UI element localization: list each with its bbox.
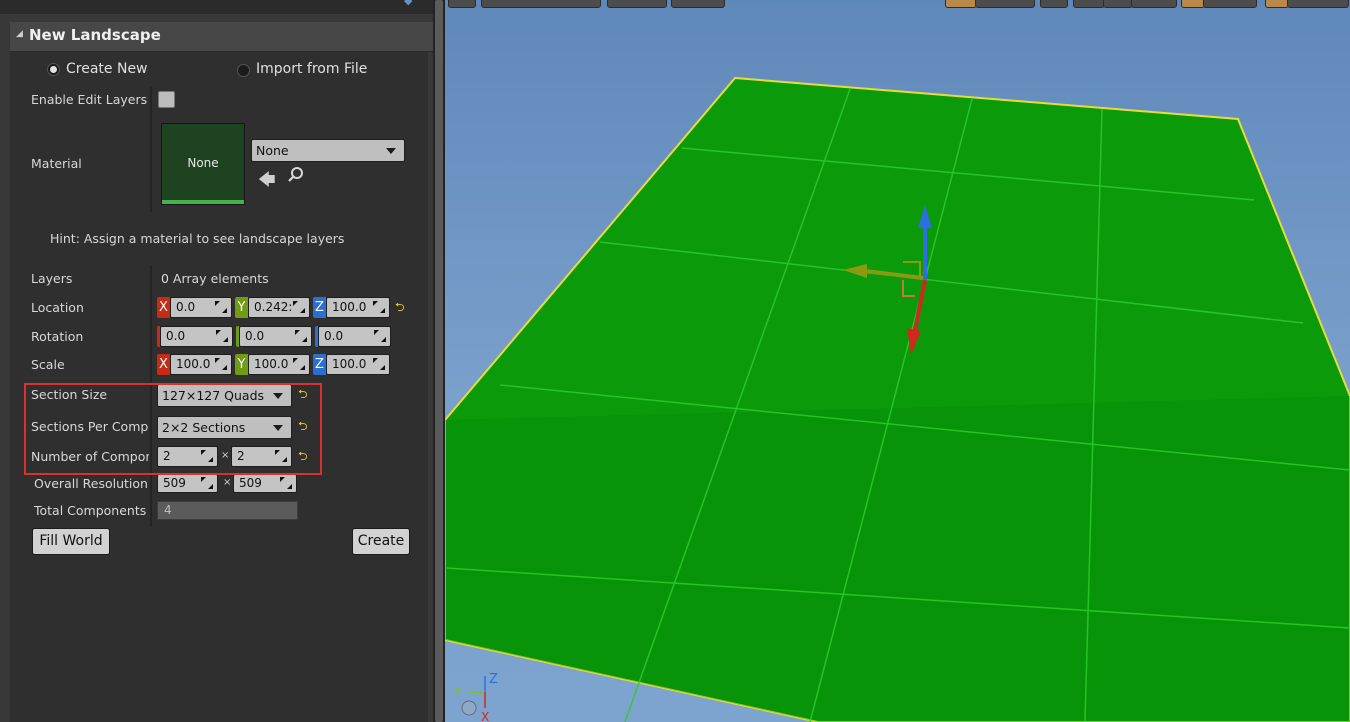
location-x-value: 0.0 <box>176 300 196 314</box>
scale-x-value: 100.0 <box>176 357 211 371</box>
rotation-z-value: 0.0 <box>324 329 344 343</box>
new-landscape-header[interactable]: ◢ New Landscape <box>10 22 433 52</box>
scale-y-value: 100.0 <box>254 357 289 371</box>
scale-y-axis: Y <box>235 354 248 375</box>
location-z-field[interactable]: 100.0 <box>326 297 390 318</box>
camera-speed-icon <box>461 700 477 716</box>
scale-x-field[interactable]: 100.0 <box>170 354 232 375</box>
location-z-value: 100.0 <box>332 300 367 314</box>
hint-text: Hint: Assign a material to see landscape… <box>50 231 345 246</box>
scale-y-field[interactable]: 100.0 <box>248 354 310 375</box>
material-combo-value: None <box>256 143 289 158</box>
rotation-y-field[interactable]: 0.0 <box>239 326 312 347</box>
scale-z-axis: Z <box>313 354 326 375</box>
section-title: New Landscape <box>29 26 161 44</box>
total-components-label: Total Components <box>34 503 147 518</box>
drag-handle-icon[interactable] <box>216 330 228 342</box>
landscape-panel: ◆ ◢ New Landscape Create New Import from… <box>0 0 433 722</box>
times-symbol: × <box>223 477 232 488</box>
location-y-value: 0.242: <box>254 300 292 314</box>
material-thumbnail-text: None <box>187 156 219 170</box>
overall-resolution-x-field[interactable]: 509 <box>157 474 218 493</box>
panel-scrollbar[interactable] <box>433 0 445 722</box>
import-from-file-radio[interactable] <box>237 64 250 77</box>
reset-location-icon[interactable]: ⮌ <box>395 301 407 313</box>
axis-x-letter: X <box>481 710 489 722</box>
drag-handle-icon[interactable] <box>201 477 213 489</box>
total-components-field: 4 <box>157 501 298 520</box>
enable-edit-layers-checkbox[interactable] <box>158 91 175 108</box>
panel-top-strip <box>0 0 433 14</box>
landscape-shading <box>445 396 1350 722</box>
layers-label: Layers <box>31 271 73 286</box>
create-new-radio[interactable] <box>47 63 60 76</box>
world-axis-indicator: Z Y X <box>453 672 498 722</box>
scale-label: Scale <box>31 357 65 372</box>
drag-handle-icon[interactable] <box>373 301 385 313</box>
axis-y-letter: Y <box>453 686 462 700</box>
scale-z-value: 100.0 <box>332 357 367 371</box>
overall-resolution-y-value: 509 <box>239 476 262 490</box>
import-from-file-label[interactable]: Import from File <box>256 61 367 77</box>
material-combo[interactable]: None <box>251 139 405 162</box>
rotation-y-value: 0.0 <box>245 329 265 343</box>
chevron-down-icon <box>386 148 396 154</box>
material-label: Material <box>31 156 82 171</box>
drag-handle-icon[interactable] <box>295 330 307 342</box>
drag-handle-icon[interactable] <box>280 477 292 489</box>
rotation-z-field[interactable]: 0.0 <box>318 326 391 347</box>
drag-handle-icon[interactable] <box>293 358 305 370</box>
location-z-axis: Z <box>313 297 326 318</box>
material-thumbnail[interactable]: None <box>161 123 245 205</box>
drag-handle-icon[interactable] <box>373 358 385 370</box>
location-y-field[interactable]: 0.242: <box>248 297 310 318</box>
highlight-box <box>24 383 322 475</box>
create-button[interactable]: Create <box>352 528 410 555</box>
drag-handle-icon[interactable] <box>215 301 227 313</box>
panel-menu-icon[interactable]: ◆ <box>404 0 418 7</box>
location-x-axis: X <box>157 297 170 318</box>
total-components-value: 4 <box>164 503 172 517</box>
overall-resolution-label: Overall Resolution <box>34 476 148 491</box>
rotation-x-value: 0.0 <box>166 329 186 343</box>
collapse-arrow-icon[interactable]: ◢ <box>16 29 23 39</box>
layers-value: 0 Array elements <box>161 271 269 286</box>
rotation-label: Rotation <box>31 329 84 344</box>
scrollbar-thumb[interactable] <box>435 0 443 722</box>
scale-z-field[interactable]: 100.0 <box>326 354 390 375</box>
axis-z-letter: Z <box>489 672 498 687</box>
location-y-axis: Y <box>235 297 248 318</box>
scale-x-axis: X <box>157 354 170 375</box>
create-new-label[interactable]: Create New <box>66 61 148 77</box>
use-selected-arrow-icon[interactable]: 🡄 <box>258 167 276 196</box>
overall-resolution-y-field[interactable]: 509 <box>233 474 297 493</box>
fill-world-button[interactable]: Fill World <box>32 528 110 555</box>
landscape-scene: Z Y X <box>445 76 1350 722</box>
drag-handle-icon[interactable] <box>215 358 227 370</box>
location-label: Location <box>31 300 84 315</box>
rotation-x-field[interactable]: 0.0 <box>160 326 233 347</box>
level-viewport[interactable]: Z Y X <box>445 0 1350 722</box>
browse-magnifier-icon[interactable] <box>287 166 305 188</box>
drag-handle-icon[interactable] <box>374 330 386 342</box>
material-thumbnail-bar <box>162 200 244 204</box>
overall-resolution-x-value: 509 <box>163 476 186 490</box>
enable-edit-layers-label: Enable Edit Layers <box>31 92 148 107</box>
column-divider <box>150 86 152 212</box>
location-x-field[interactable]: 0.0 <box>170 297 232 318</box>
drag-handle-icon[interactable] <box>293 301 305 313</box>
